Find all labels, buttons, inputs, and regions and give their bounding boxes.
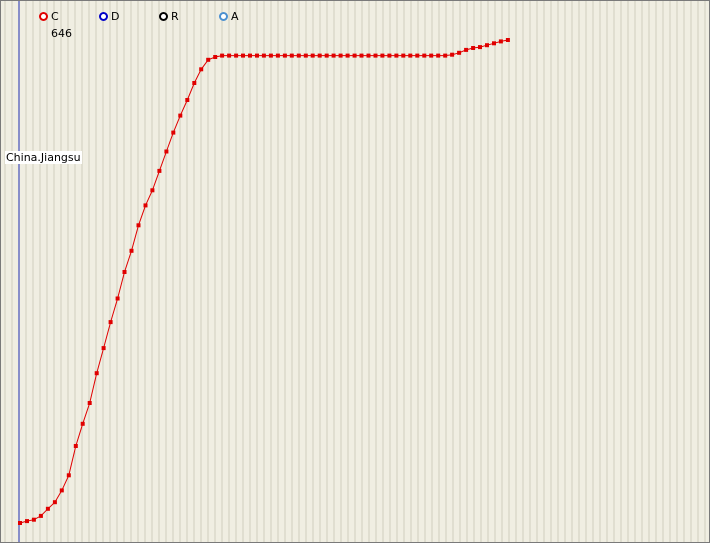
data-point[interactable] xyxy=(366,53,371,58)
data-point[interactable] xyxy=(324,53,329,58)
data-point[interactable] xyxy=(317,53,322,58)
data-point[interactable] xyxy=(352,53,357,58)
data-point[interactable] xyxy=(373,53,378,58)
data-point[interactable] xyxy=(199,67,204,72)
data-point[interactable] xyxy=(338,53,343,58)
legend-label-d: D xyxy=(111,9,120,23)
legend-label-a: A xyxy=(231,9,239,23)
legend-marker-r xyxy=(159,11,168,21)
legend-label-c: C xyxy=(51,9,59,23)
data-point[interactable] xyxy=(345,53,350,58)
data-point[interactable] xyxy=(18,521,22,525)
data-point[interactable] xyxy=(94,371,99,376)
data-point[interactable] xyxy=(178,113,183,118)
data-point[interactable] xyxy=(255,53,259,58)
data-point[interactable] xyxy=(59,488,64,493)
data-point[interactable] xyxy=(66,473,71,478)
chart-plot xyxy=(4,1,706,542)
data-point[interactable] xyxy=(52,500,57,505)
data-point[interactable] xyxy=(380,53,385,58)
data-point[interactable] xyxy=(296,53,301,58)
data-point[interactable] xyxy=(101,346,106,351)
legend: C D R A xyxy=(39,9,279,23)
data-point[interactable] xyxy=(136,223,141,228)
data-point[interactable] xyxy=(115,296,120,301)
data-point[interactable] xyxy=(464,47,469,52)
data-point[interactable] xyxy=(122,270,127,274)
data-point[interactable] xyxy=(275,53,280,58)
data-point[interactable] xyxy=(73,444,78,448)
data-point[interactable] xyxy=(108,320,113,325)
data-point[interactable] xyxy=(492,41,496,46)
data-point[interactable] xyxy=(478,45,482,50)
data-point[interactable] xyxy=(471,46,476,50)
data-point[interactable] xyxy=(227,53,232,58)
data-point[interactable] xyxy=(248,53,252,58)
data-point[interactable] xyxy=(505,38,510,42)
data-point[interactable] xyxy=(261,53,266,58)
data-point[interactable] xyxy=(429,53,434,58)
data-point[interactable] xyxy=(387,53,392,58)
data-point[interactable] xyxy=(401,53,406,58)
data-point[interactable] xyxy=(443,53,448,58)
data-point[interactable] xyxy=(157,168,162,173)
data-point[interactable] xyxy=(303,53,308,58)
data-point[interactable] xyxy=(143,203,148,208)
data-point[interactable] xyxy=(87,401,92,405)
data-point[interactable] xyxy=(268,53,273,58)
data-point[interactable] xyxy=(485,43,489,48)
legend-marker-c xyxy=(39,11,48,21)
data-point[interactable] xyxy=(192,81,197,85)
data-point[interactable] xyxy=(394,53,399,58)
data-point[interactable] xyxy=(38,513,43,518)
data-point[interactable] xyxy=(310,53,315,58)
data-point[interactable] xyxy=(415,53,420,58)
legend-marker-a xyxy=(219,11,228,21)
data-point[interactable] xyxy=(289,53,294,58)
data-point[interactable] xyxy=(422,53,427,58)
data-point[interactable] xyxy=(498,39,503,44)
data-point[interactable] xyxy=(457,50,462,55)
data-point[interactable] xyxy=(241,53,245,58)
data-point[interactable] xyxy=(206,57,211,62)
data-point[interactable] xyxy=(220,53,225,58)
data-point[interactable] xyxy=(171,130,176,135)
legend-item-r[interactable]: R xyxy=(159,9,219,23)
chart-frame: C D R A 646 China.Jiangsu xyxy=(0,0,710,543)
data-point[interactable] xyxy=(45,506,50,511)
data-point[interactable] xyxy=(185,98,190,102)
data-point[interactable] xyxy=(80,421,85,426)
data-point[interactable] xyxy=(331,53,336,58)
data-point[interactable] xyxy=(213,55,218,59)
legend-marker-d xyxy=(99,11,108,21)
data-point[interactable] xyxy=(359,53,364,58)
legend-item-c[interactable]: C xyxy=(39,9,99,23)
legend-label-r: R xyxy=(171,9,179,23)
data-point[interactable] xyxy=(164,149,169,154)
data-point[interactable] xyxy=(282,53,287,58)
data-point[interactable] xyxy=(234,53,239,58)
legend-item-a[interactable]: A xyxy=(219,9,279,23)
region-label: China.Jiangsu xyxy=(5,151,82,164)
data-point[interactable] xyxy=(408,53,413,58)
data-point[interactable] xyxy=(436,53,441,58)
data-point[interactable] xyxy=(31,517,36,522)
data-point[interactable] xyxy=(450,52,455,57)
data-point[interactable] xyxy=(150,188,155,193)
data-point[interactable] xyxy=(25,519,29,524)
legend-item-d[interactable]: D xyxy=(99,9,159,23)
value-readout: 646 xyxy=(51,27,72,40)
data-point[interactable] xyxy=(129,248,134,253)
